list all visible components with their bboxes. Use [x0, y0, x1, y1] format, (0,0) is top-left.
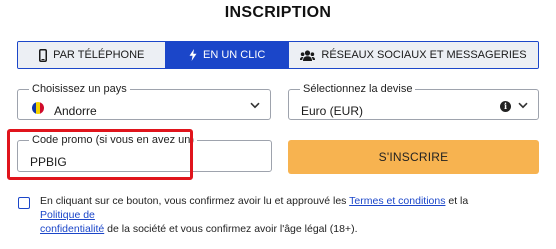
terms-link[interactable]: Termes et conditions [349, 195, 445, 207]
terms-text-part: et la [445, 195, 469, 207]
terms-text: En cliquant sur ce bouton, vous confirme… [40, 194, 510, 236]
country-select-label: Choisissez un pays [29, 83, 130, 95]
tab-phone[interactable]: PAR TÉLÉPHONE [18, 42, 167, 68]
country-select-value: Andorre [54, 104, 97, 118]
tab-social-networks[interactable]: RÉSEAUX SOCIAUX ET MESSAGERIES [288, 42, 538, 68]
privacy-policy-link-part1[interactable]: Politique de [40, 209, 95, 221]
chevron-down-icon [250, 102, 260, 109]
phone-icon [39, 48, 48, 62]
chevron-down-icon [518, 102, 528, 109]
terms-checkbox[interactable] [18, 197, 30, 209]
tab-phone-label: PAR TÉLÉPHONE [53, 49, 145, 61]
tab-one-click-label: EN UN CLIC [203, 49, 266, 61]
register-button[interactable]: S'INSCRIRE [288, 140, 539, 174]
promo-code-highlight [7, 129, 193, 180]
currency-select-value: Euro (EUR) [301, 104, 364, 118]
andorra-flag-icon [32, 102, 44, 114]
lightning-icon [189, 49, 197, 61]
privacy-policy-link-part2[interactable]: confidentialité [40, 223, 104, 235]
currency-select-label: Sélectionnez la devise [300, 83, 416, 95]
currency-select[interactable]: Sélectionnez la devise Euro (EUR) i [288, 83, 539, 120]
tab-one-click[interactable]: EN UN CLIC [166, 42, 289, 68]
country-select[interactable]: Choisissez un pays Andorre [17, 83, 271, 120]
terms-text-part: de la société et vous confirmez avoir l'… [104, 223, 358, 235]
info-icon[interactable]: i [500, 101, 511, 112]
terms-text-part: En cliquant sur ce bouton, vous confirme… [40, 195, 350, 207]
tab-social-networks-label: RÉSEAUX SOCIAUX ET MESSAGERIES [321, 49, 527, 61]
page-title: INSCRIPTION [224, 4, 332, 21]
registration-method-tabs: PAR TÉLÉPHONE EN UN CLIC RÉSEAUX SOCIAUX… [17, 41, 539, 69]
users-icon [300, 49, 316, 61]
